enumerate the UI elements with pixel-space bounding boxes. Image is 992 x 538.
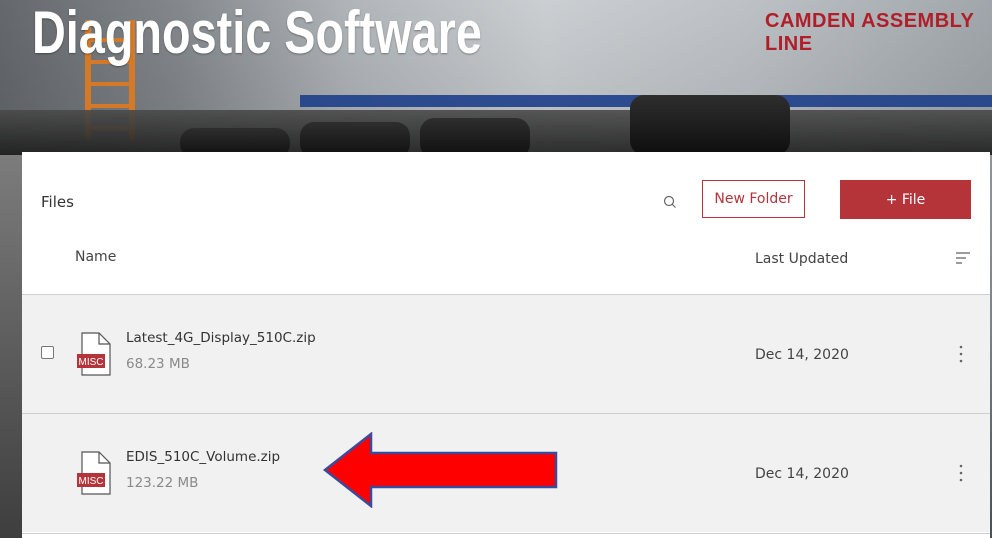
camden-sign: CAMDEN ASSEMBLY LINE — [765, 10, 975, 55]
zip-file-icon: MISC — [77, 451, 115, 495]
table-row[interactable]: MISC Latest_4G_Display_510C.zip 68.23 MB… — [22, 295, 990, 413]
more-options-icon[interactable] — [956, 343, 966, 365]
file-name[interactable]: EDIS_510C_Volume.zip — [126, 449, 280, 465]
files-label: Files — [41, 193, 74, 211]
file-last-updated: Dec 14, 2020 — [755, 347, 849, 363]
column-header-last-updated[interactable]: Last Updated — [755, 251, 848, 267]
page-title: Diagnostic Software — [32, 0, 482, 66]
row-divider — [22, 533, 990, 534]
search-icon[interactable] — [660, 192, 680, 212]
zip-file-icon: MISC — [77, 332, 115, 376]
row-checkbox[interactable] — [41, 346, 54, 359]
new-folder-button[interactable]: New Folder — [702, 180, 805, 218]
file-type-badge: MISC — [79, 357, 104, 368]
red-arrow-left-icon — [322, 431, 559, 509]
add-file-button[interactable]: + File — [840, 180, 971, 219]
engine-part — [630, 95, 790, 155]
background-edge — [0, 155, 22, 538]
more-options-icon[interactable] — [956, 462, 966, 484]
file-type-badge: MISC — [79, 476, 104, 487]
file-last-updated: Dec 14, 2020 — [755, 466, 849, 482]
sort-lines-icon[interactable] — [955, 250, 971, 268]
file-size: 68.23 MB — [126, 356, 190, 372]
file-name[interactable]: Latest_4G_Display_510C.zip — [126, 330, 316, 346]
column-header-name[interactable]: Name — [75, 249, 116, 265]
file-size: 123.22 MB — [126, 475, 199, 491]
